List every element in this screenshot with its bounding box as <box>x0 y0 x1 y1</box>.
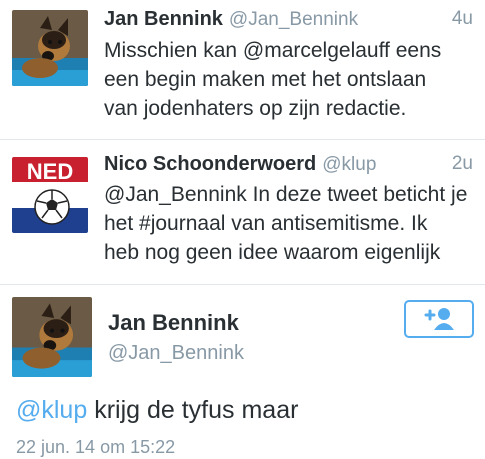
ned-flag-ball-avatar-icon: NED <box>12 157 88 233</box>
tweet-line: Misschien kan @marcelgelauff eens <box>104 39 442 62</box>
author-name[interactable]: Nico Schoonderwoerd <box>104 153 316 175</box>
tweet-line: een begin maken met het ontslaan <box>104 68 427 91</box>
tweet-line: @Jan_Bennink In deze tweet beticht je <box>104 183 468 206</box>
add-user-icon <box>424 308 454 330</box>
author-name[interactable]: Jan Bennink <box>104 8 223 30</box>
tweet-line: van jodenhaters op zijn redactie. <box>104 97 407 120</box>
dog-avatar-icon <box>12 297 92 377</box>
tweet-line: het #journaal van antisemitisme. Ik <box>104 212 428 235</box>
tweet-time: 2u <box>451 153 473 174</box>
tweet-author[interactable]: Jan Bennink @Jan_Bennink <box>104 8 358 31</box>
tweet-date: 22 jun. 14 om 15:22 <box>16 437 176 457</box>
avatar[interactable] <box>12 297 92 377</box>
reply-text: krijg de tyfus maar <box>87 396 299 424</box>
detail-tweet-text: @klup krijg de tyfus maar <box>16 396 298 425</box>
avatar[interactable]: NED <box>12 157 88 233</box>
author-handle[interactable]: @Jan_Bennink <box>229 9 358 30</box>
avatar[interactable] <box>12 10 88 86</box>
detail-author-handle[interactable]: @Jan_Bennink <box>108 342 244 365</box>
tweet-author[interactable]: Nico Schoonderwoerd @klup <box>104 153 376 176</box>
tweet-text: Misschien kan @marcelgelauff eens een be… <box>104 36 441 123</box>
author-handle[interactable]: @klup <box>322 154 376 175</box>
tweet-line: heb nog geen idee waarom eigenlijk <box>104 241 441 264</box>
tweet-text: @Jan_Bennink In deze tweet beticht je he… <box>104 180 467 267</box>
follow-button[interactable] <box>404 300 474 338</box>
detail-author-name[interactable]: Jan Bennink <box>108 310 239 336</box>
dog-avatar-icon <box>12 10 88 86</box>
tweet-time: 4u <box>451 8 473 29</box>
avatar-label: NED <box>27 159 73 184</box>
mention-link[interactable]: @klup <box>16 396 87 424</box>
